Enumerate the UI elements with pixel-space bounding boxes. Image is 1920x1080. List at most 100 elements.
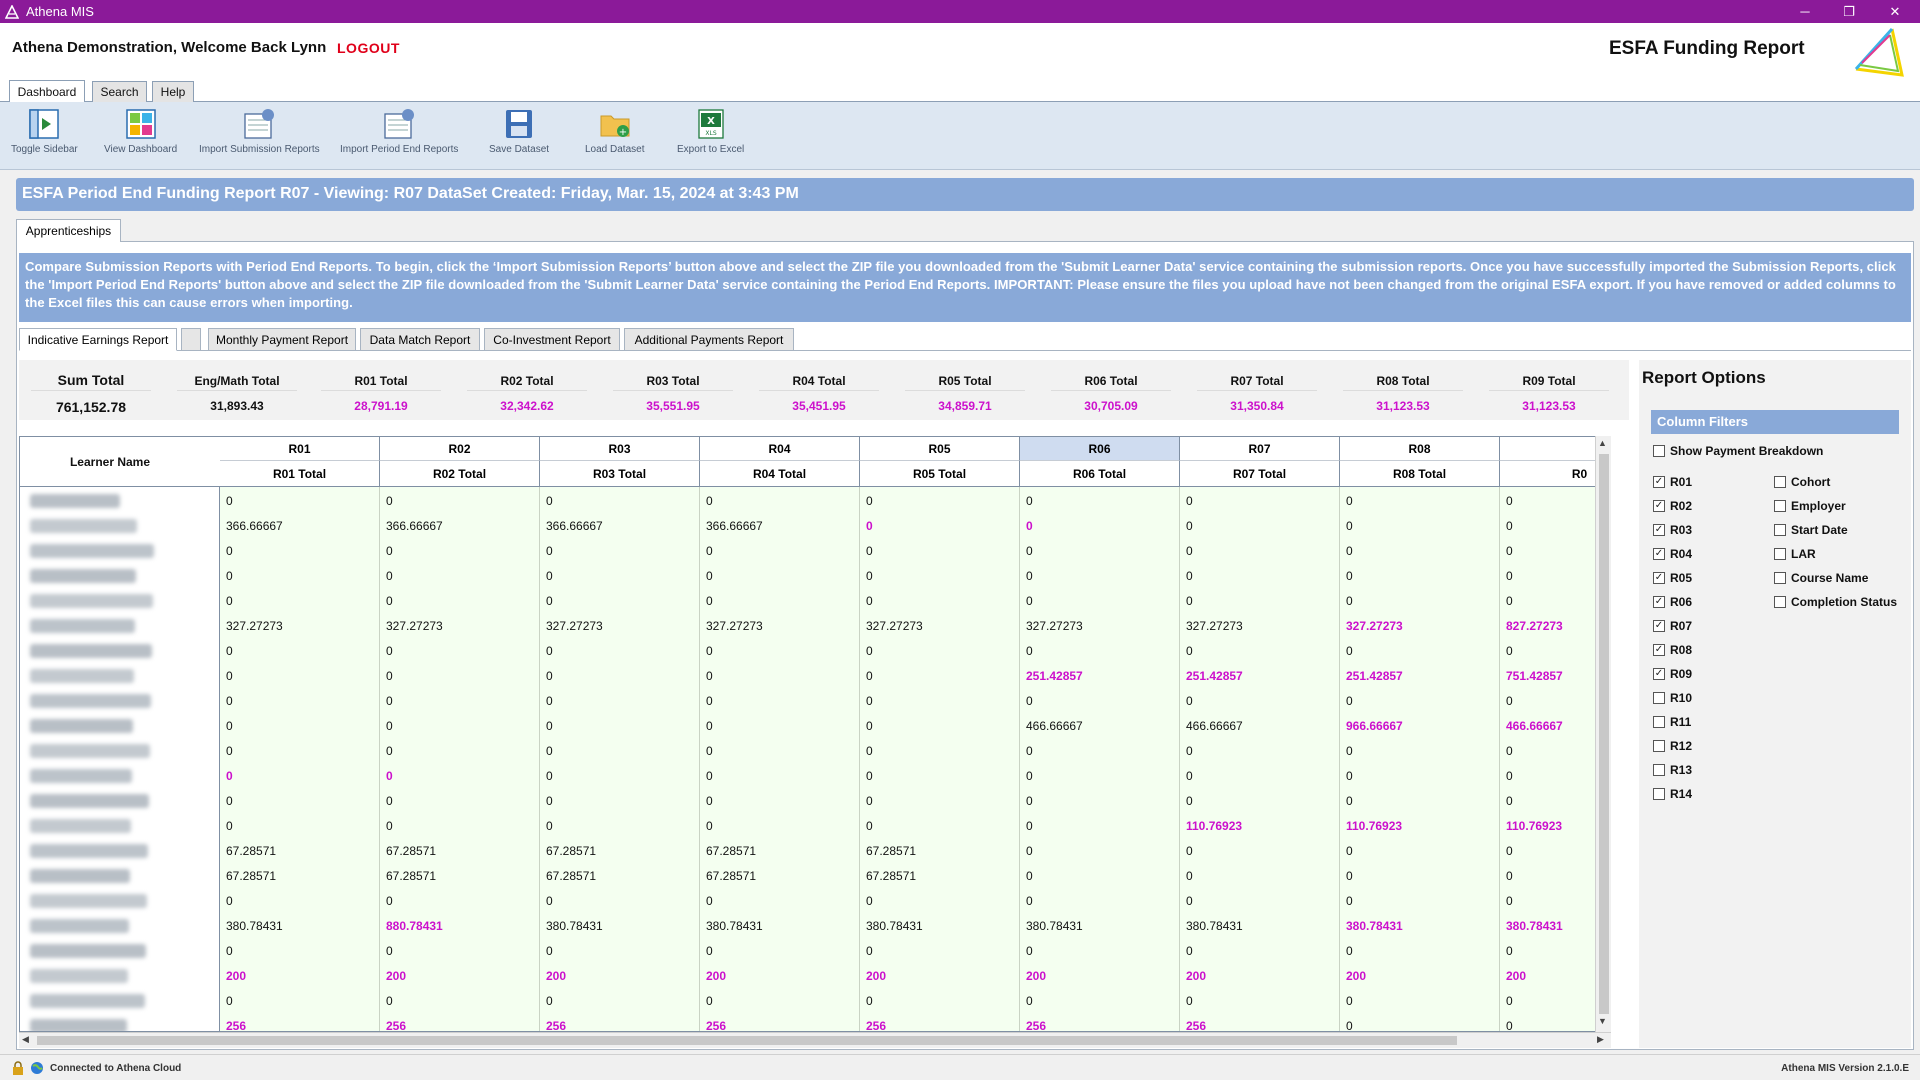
grid-cell[interactable]: 0 xyxy=(1026,794,1033,808)
grid-cell[interactable]: 110.76923 xyxy=(1506,819,1562,833)
grid-cell[interactable]: 0 xyxy=(386,994,393,1008)
checkbox-icon[interactable] xyxy=(1774,500,1786,512)
grid-cell[interactable]: 0 xyxy=(1346,644,1353,658)
grid-cell[interactable]: 67.28571 xyxy=(706,869,756,883)
grid-cell[interactable]: 0 xyxy=(1026,519,1033,533)
grid-cell[interactable]: 0 xyxy=(1186,844,1193,858)
grid-cell[interactable]: 256 xyxy=(706,1019,726,1031)
grid-cell[interactable]: 0 xyxy=(1506,794,1513,808)
grid-cell[interactable]: 200 xyxy=(706,969,726,983)
grid-cell[interactable]: 0 xyxy=(1346,894,1353,908)
toggle-sidebar-button[interactable]: Toggle Sidebar xyxy=(11,108,78,155)
checkbox-icon[interactable] xyxy=(1653,788,1665,800)
minimize-icon[interactable]: ─ xyxy=(1782,0,1828,23)
view-dashboard-button[interactable]: View Dashboard xyxy=(104,108,177,155)
grid-cell[interactable]: 0 xyxy=(386,694,393,708)
grid-cell[interactable]: 67.28571 xyxy=(386,869,436,883)
grid-cell[interactable]: 0 xyxy=(386,494,393,508)
learner-name-redacted[interactable] xyxy=(30,519,137,533)
grid-cell[interactable]: 380.78431 xyxy=(1506,919,1563,933)
grid-cell[interactable]: 0 xyxy=(866,544,873,558)
grid-cell[interactable]: 0 xyxy=(546,694,553,708)
grid-cell[interactable]: 0 xyxy=(226,544,233,558)
grid-cell[interactable]: 200 xyxy=(386,969,406,983)
grid-cell[interactable]: 0 xyxy=(1506,744,1513,758)
grid-cell[interactable]: 880.78431 xyxy=(386,919,443,933)
grid-cell[interactable]: 0 xyxy=(226,744,233,758)
grid-cell[interactable]: 0 xyxy=(1506,894,1513,908)
grid-cell[interactable]: 0 xyxy=(1506,644,1513,658)
grid-cell[interactable]: 0 xyxy=(546,819,553,833)
column-subheader[interactable]: R01 Total xyxy=(220,461,380,487)
grid-cell[interactable]: 0 xyxy=(1346,519,1353,533)
filter-checkbox-start-date[interactable]: Start Date xyxy=(1774,523,1848,537)
grid-cell[interactable]: 67.28571 xyxy=(546,869,596,883)
learner-name-redacted[interactable] xyxy=(30,919,129,933)
learner-name-redacted[interactable] xyxy=(30,619,135,633)
checkbox-icon[interactable]: ✓ xyxy=(1653,476,1665,488)
grid-cell[interactable]: 0 xyxy=(546,569,553,583)
grid-cell[interactable]: 0 xyxy=(706,644,713,658)
grid-cell[interactable]: 0 xyxy=(226,644,233,658)
grid-cell[interactable]: 0 xyxy=(1026,644,1033,658)
scroll-up-icon[interactable]: ▲ xyxy=(1598,438,1607,448)
grid-cell[interactable]: 0 xyxy=(1186,644,1193,658)
grid-cell[interactable]: 0 xyxy=(1506,519,1513,533)
learner-name-redacted[interactable] xyxy=(30,569,136,583)
column-subheader[interactable]: R02 Total xyxy=(380,461,540,487)
learner-name-redacted[interactable] xyxy=(30,544,154,558)
grid-cell[interactable]: 0 xyxy=(226,819,233,833)
vertical-scroll-thumb[interactable] xyxy=(1599,454,1609,1014)
grid-cell[interactable]: 0 xyxy=(546,669,553,683)
grid-cell[interactable]: 0 xyxy=(1026,494,1033,508)
grid-cell[interactable]: 0 xyxy=(866,494,873,508)
column-subheader[interactable]: R06 Total xyxy=(1020,461,1180,487)
grid-cell[interactable]: 0 xyxy=(546,894,553,908)
learner-name-redacted[interactable] xyxy=(30,744,150,758)
vertical-scrollbar[interactable]: ▲ ▼ xyxy=(1595,436,1611,1032)
learner-name-redacted[interactable] xyxy=(30,644,152,658)
grid-cell[interactable]: 0 xyxy=(866,644,873,658)
grid-cell[interactable]: 251.42857 xyxy=(1346,669,1403,683)
grid-cell[interactable]: 200 xyxy=(866,969,886,983)
grid-cell[interactable]: 380.78431 xyxy=(706,919,763,933)
grid-cell[interactable]: 0 xyxy=(1186,519,1193,533)
grid-cell[interactable]: 0 xyxy=(706,544,713,558)
grid-cell[interactable]: 0 xyxy=(1026,894,1033,908)
filter-checkbox-completion-status[interactable]: Completion Status xyxy=(1774,595,1897,609)
grid-cell[interactable]: 0 xyxy=(1026,944,1033,958)
load-dataset-button[interactable]: + Load Dataset xyxy=(585,108,645,155)
grid-cell[interactable]: 0 xyxy=(1026,544,1033,558)
grid-cell[interactable]: 0 xyxy=(1346,569,1353,583)
grid-cell[interactable]: 0 xyxy=(226,719,233,733)
grid-cell[interactable]: 327.27273 xyxy=(386,619,443,633)
learner-name-redacted[interactable] xyxy=(30,944,146,958)
grid-cell[interactable]: 0 xyxy=(226,794,233,808)
grid-cell[interactable]: 0 xyxy=(1506,844,1513,858)
grid-cell[interactable]: 0 xyxy=(546,719,553,733)
grid-cell[interactable]: 327.27273 xyxy=(1026,619,1083,633)
grid-cell[interactable]: 0 xyxy=(1186,869,1193,883)
grid-cell[interactable]: 0 xyxy=(1506,944,1513,958)
grid-cell[interactable]: 0 xyxy=(546,744,553,758)
grid-cell[interactable]: 200 xyxy=(546,969,566,983)
grid-cell[interactable]: 0 xyxy=(706,794,713,808)
checkbox-icon[interactable]: ✓ xyxy=(1653,668,1665,680)
grid-cell[interactable]: 0 xyxy=(226,769,233,783)
grid-cell[interactable]: 0 xyxy=(706,694,713,708)
filter-checkbox-r08[interactable]: ✓ R08 xyxy=(1653,643,1692,657)
import-submission-button[interactable]: Import Submission Reports xyxy=(199,108,320,155)
grid-cell[interactable]: 256 xyxy=(386,1019,406,1031)
grid-cell[interactable]: 0 xyxy=(226,494,233,508)
save-dataset-button[interactable]: Save Dataset xyxy=(489,108,549,155)
grid-cell[interactable]: 0 xyxy=(226,994,233,1008)
grid-cell[interactable]: 67.28571 xyxy=(706,844,756,858)
checkbox-icon[interactable] xyxy=(1774,572,1786,584)
close-icon[interactable]: ✕ xyxy=(1872,0,1918,23)
grid-cell[interactable]: 0 xyxy=(546,994,553,1008)
grid-cell[interactable]: 0 xyxy=(386,744,393,758)
filter-checkbox-r02[interactable]: ✓ R02 xyxy=(1653,499,1692,513)
grid-cell[interactable]: 0 xyxy=(546,794,553,808)
grid-cell[interactable]: 0 xyxy=(706,744,713,758)
checkbox-icon[interactable]: ✓ xyxy=(1653,596,1665,608)
